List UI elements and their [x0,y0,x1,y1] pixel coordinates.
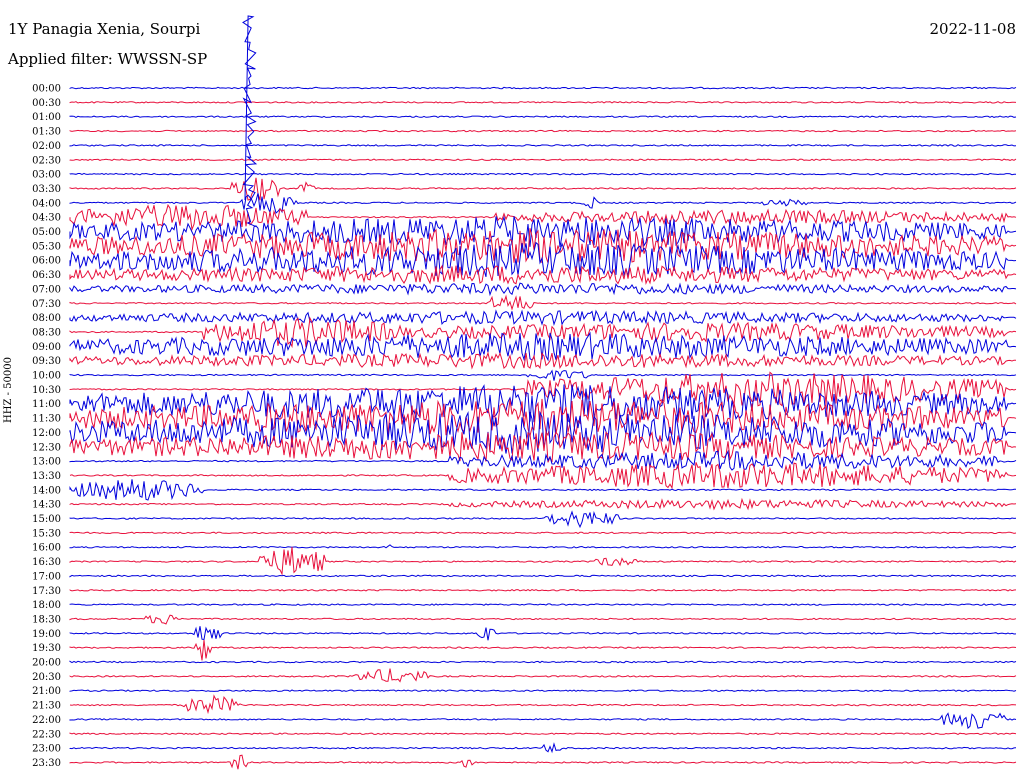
trace-line [69,462,1017,490]
row-time-label: 13:00 [32,457,61,468]
row-time-label: 04:00 [32,198,61,209]
earthquake-spike [242,15,258,227]
row-time-label: 22:30 [32,729,61,740]
row-time-label: 03:00 [32,170,61,181]
row-time-label: 02:30 [32,155,61,166]
trace-line [69,689,1017,692]
trace-line [69,177,1017,201]
row-time-label: 12:30 [32,442,61,453]
row-time-label: 02:00 [32,141,61,152]
row-time-label: 07:00 [32,284,61,295]
trace-line [69,203,1017,232]
trace-line [69,754,1017,770]
trace-line [69,193,1017,215]
trace-line [69,282,1017,297]
row-time-label: 01:00 [32,112,61,123]
row-time-label: 17:00 [32,571,61,582]
row-time-label: 09:30 [32,356,61,367]
trace-line [69,172,1016,176]
trace-line [69,712,1017,730]
trace-line [69,589,1017,592]
row-time-label: 20:30 [32,672,61,683]
row-time-label: 11:30 [32,414,61,425]
row-time-label: 19:00 [32,629,61,640]
row-time-label: 15:00 [32,514,61,525]
trace-line [69,531,1017,535]
trace-line [69,732,1017,735]
trace-line [69,479,1017,501]
row-time-label: 22:00 [32,715,61,726]
row-time-label: 18:30 [32,614,61,625]
trace-line [69,639,1017,661]
row-time-label: 05:30 [32,241,61,252]
row-time-label: 08:30 [32,327,61,338]
row-time-label: 09:00 [32,342,61,353]
row-time-label: 10:30 [32,385,61,396]
row-time-label: 14:00 [32,485,61,496]
trace-line [69,228,1017,263]
row-time-label: 20:00 [32,658,61,669]
row-time-label: 05:00 [32,227,61,238]
row-time-label: 21:30 [32,701,61,712]
row-time-label: 17:30 [32,586,61,597]
trace-line [69,158,1017,161]
trace-line [69,614,1017,625]
trace-line [69,626,1017,641]
trace-line [69,546,1017,576]
helicorder-rows: 00:00 00:30 01:00 01:30 02:00 02:30 03:00 03:30… [32,15,1017,770]
trace-line [69,144,1017,147]
trace-line [69,309,1017,326]
trace-line [69,129,1017,133]
row-time-label: 00:30 [32,98,61,109]
trace-line [69,574,1017,578]
row-time-label: 18:00 [32,600,61,611]
trace-line [69,449,1017,471]
row-time-label: 10:00 [32,371,61,382]
row-time-label: 03:30 [32,184,61,195]
row-time-label: 06:30 [32,270,61,281]
seismogram-plot: 00:00 00:30 01:00 01:30 02:00 02:30 03:00 03:30… [32,15,1017,770]
row-time-label: 15:30 [32,528,61,539]
row-time-label: 16:30 [32,557,61,568]
row-time-label: 12:00 [32,428,61,439]
row-time-label: 08:00 [32,313,61,324]
row-time-label: 23:30 [32,758,61,769]
row-time-label: 01:30 [32,127,61,138]
trace-line [69,660,1017,664]
trace-line [69,603,1017,606]
row-time-label: 16:00 [32,543,61,554]
trace-line [69,294,1017,311]
row-time-label: 21:00 [32,686,61,697]
trace-line [69,694,1017,715]
row-time-label: 14:30 [32,500,61,511]
trace-line [69,497,1017,511]
trace-line [69,115,1017,118]
trace-line [69,351,1017,370]
row-time-label: 06:00 [32,256,61,267]
trace-line [69,544,1017,549]
trace-line [69,215,1017,248]
trace-line [69,86,1017,90]
row-time-label: 04:30 [32,213,61,224]
row-time-label: 11:00 [32,399,61,410]
trace-line [69,510,1017,529]
trace-line [69,369,1017,381]
trace-line [69,668,1017,683]
trace-line [69,101,1017,104]
row-time-label: 13:30 [32,471,61,482]
row-time-label: 00:00 [32,84,61,95]
row-time-label: 19:30 [32,643,61,654]
row-time-label: 23:00 [32,744,61,755]
row-time-label: 07:30 [32,299,61,310]
trace-line [69,742,1017,754]
